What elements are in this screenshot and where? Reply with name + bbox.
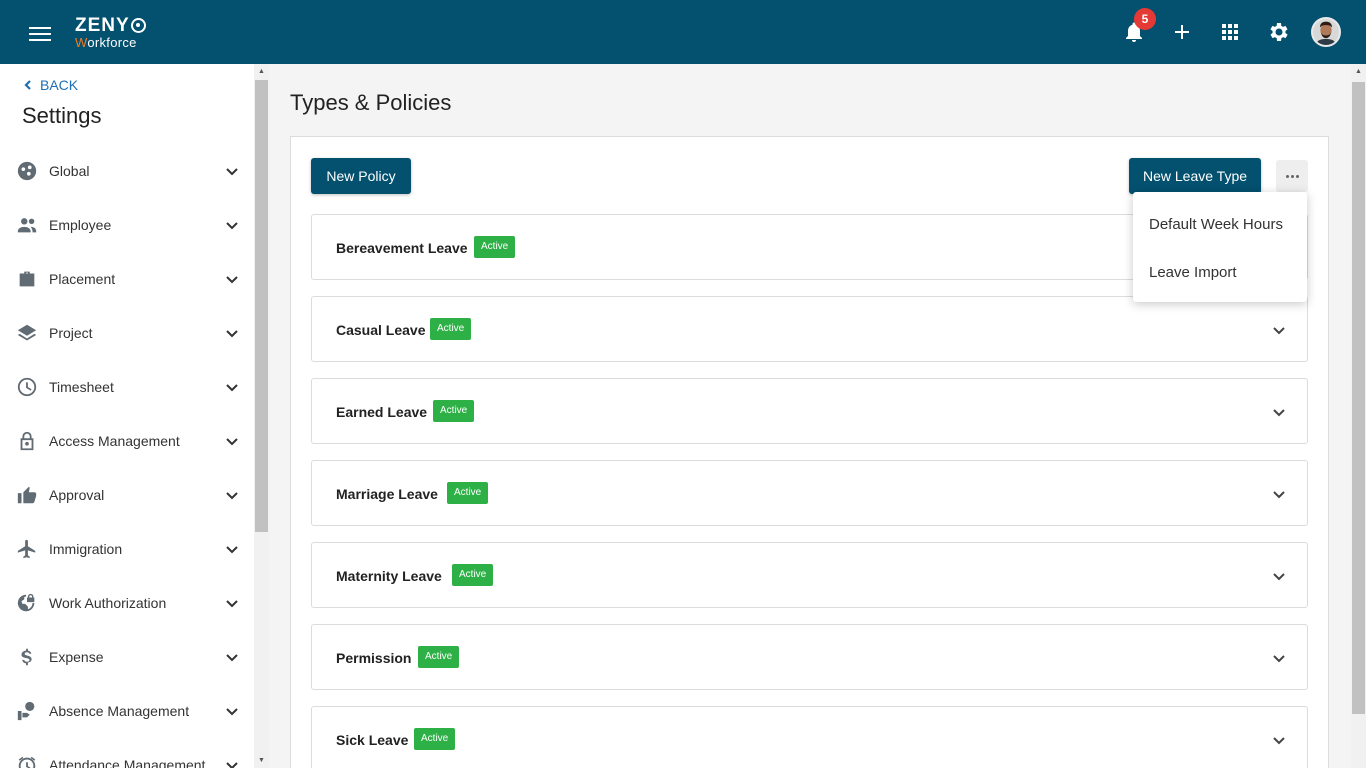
chevron-down-icon <box>225 704 239 718</box>
alarm-icon <box>16 754 38 768</box>
main-scrollbar[interactable]: ▲ <box>1351 64 1366 768</box>
sidebar-item-project[interactable]: Project <box>0 306 254 360</box>
main-scroll-thumb[interactable] <box>1352 82 1365 714</box>
sidebar-scroll-thumb[interactable] <box>255 80 268 532</box>
leave-type-name: Sick Leave <box>336 732 409 748</box>
chevron-down-icon <box>225 164 239 178</box>
settings-gear-icon[interactable] <box>1266 20 1290 44</box>
user-avatar[interactable] <box>1311 17 1341 47</box>
status-badge: Active <box>452 564 494 586</box>
leave-type-name: Bereavement Leave <box>336 240 468 256</box>
new-leave-type-button[interactable]: New Leave Type <box>1129 158 1261 194</box>
leave-type-card[interactable]: Sick Leave Active <box>311 706 1308 768</box>
airplane-icon <box>16 538 38 560</box>
more-options-button[interactable] <box>1276 160 1308 192</box>
status-badge: Active <box>414 728 456 750</box>
apps-grid-icon[interactable] <box>1218 20 1242 44</box>
sidebar-item-immigration[interactable]: Immigration <box>0 522 254 576</box>
chevron-down-icon <box>225 596 239 610</box>
chevron-down-icon[interactable] <box>1272 651 1286 665</box>
chevron-down-icon <box>225 434 239 448</box>
leave-type-card[interactable]: Earned Leave Active <box>311 378 1308 444</box>
chevron-down-icon[interactable] <box>1272 323 1286 337</box>
chevron-down-icon <box>225 488 239 502</box>
thumbs-up-icon <box>16 484 38 506</box>
page-title: Types & Policies <box>290 90 452 115</box>
person-desk-icon <box>16 700 38 722</box>
sidebar-item-global[interactable]: Global <box>0 144 254 198</box>
sidebar-item-attendance-management[interactable]: Attendance Management <box>0 738 254 768</box>
more-options-menu: Default Week Hours Leave Import <box>1133 192 1307 302</box>
menu-item-default-week-hours[interactable]: Default Week Hours <box>1149 216 1283 233</box>
new-policy-button[interactable]: New Policy <box>311 158 411 194</box>
globe-lock-icon <box>16 592 38 614</box>
scroll-up-arrow[interactable]: ▲ <box>1351 64 1366 79</box>
chevron-left-icon <box>24 80 31 90</box>
top-bar: ZENY Workforce 5 <box>0 0 1366 64</box>
sidebar-item-employee[interactable]: Employee <box>0 198 254 252</box>
chevron-down-icon[interactable] <box>1272 487 1286 501</box>
leave-type-name: Casual Leave <box>336 322 426 338</box>
leave-type-card[interactable]: Casual Leave Active <box>311 296 1308 362</box>
chevron-down-icon <box>225 542 239 556</box>
chevron-down-icon <box>225 272 239 286</box>
leave-type-name: Marriage Leave <box>336 486 438 502</box>
chevron-down-icon[interactable] <box>1272 405 1286 419</box>
status-badge: Active <box>433 400 475 422</box>
leave-type-card[interactable]: Maternity Leave Active <box>311 542 1308 608</box>
briefcase-icon <box>16 268 38 290</box>
back-link[interactable]: BACK <box>22 77 78 93</box>
chevron-down-icon[interactable] <box>1272 733 1286 747</box>
clock-icon <box>16 376 38 398</box>
sidebar-item-timesheet[interactable]: Timesheet <box>0 360 254 414</box>
chevron-down-icon <box>225 380 239 394</box>
sidebar-item-approval[interactable]: Approval <box>0 468 254 522</box>
global-icon <box>16 160 38 182</box>
logo-brand-text: ZENY <box>75 15 130 36</box>
dollar-icon <box>16 646 38 668</box>
status-badge: Active <box>418 646 460 668</box>
sidebar-item-work-authorization[interactable]: Work Authorization <box>0 576 254 630</box>
logo[interactable]: ZENY Workforce <box>75 16 146 49</box>
sidebar-item-expense[interactable]: Expense <box>0 630 254 684</box>
leave-type-card[interactable]: Permission Active <box>311 624 1308 690</box>
chevron-down-icon <box>225 650 239 664</box>
add-icon[interactable] <box>1170 20 1194 44</box>
menu-icon[interactable] <box>29 27 51 41</box>
chevron-down-icon <box>225 758 239 768</box>
notification-badge: 5 <box>1134 8 1156 30</box>
sidebar-scrollbar[interactable]: ▲ ▼ <box>254 64 269 768</box>
status-badge: Active <box>447 482 489 504</box>
menu-item-leave-import[interactable]: Leave Import <box>1149 264 1237 281</box>
layers-icon <box>16 322 38 344</box>
status-badge: Active <box>430 318 472 340</box>
leave-type-card[interactable]: Marriage Leave Active <box>311 460 1308 526</box>
sidebar-item-absence-management[interactable]: Absence Management <box>0 684 254 738</box>
settings-sidebar: BACK Settings Global Employee Placement … <box>0 64 254 768</box>
leave-type-name: Maternity Leave <box>336 568 442 584</box>
lock-icon <box>16 430 38 452</box>
leave-type-name: Earned Leave <box>336 404 428 420</box>
sidebar-title: Settings <box>22 103 102 128</box>
sidebar-item-placement[interactable]: Placement <box>0 252 254 306</box>
scroll-up-arrow[interactable]: ▲ <box>254 64 269 79</box>
chevron-down-icon[interactable] <box>1272 569 1286 583</box>
scroll-down-arrow[interactable]: ▼ <box>254 753 269 768</box>
sidebar-item-access-management[interactable]: Access Management <box>0 414 254 468</box>
people-icon <box>16 214 38 236</box>
chevron-down-icon <box>225 326 239 340</box>
leave-type-name: Permission <box>336 650 412 666</box>
status-badge: Active <box>474 236 516 258</box>
chevron-down-icon <box>225 218 239 232</box>
